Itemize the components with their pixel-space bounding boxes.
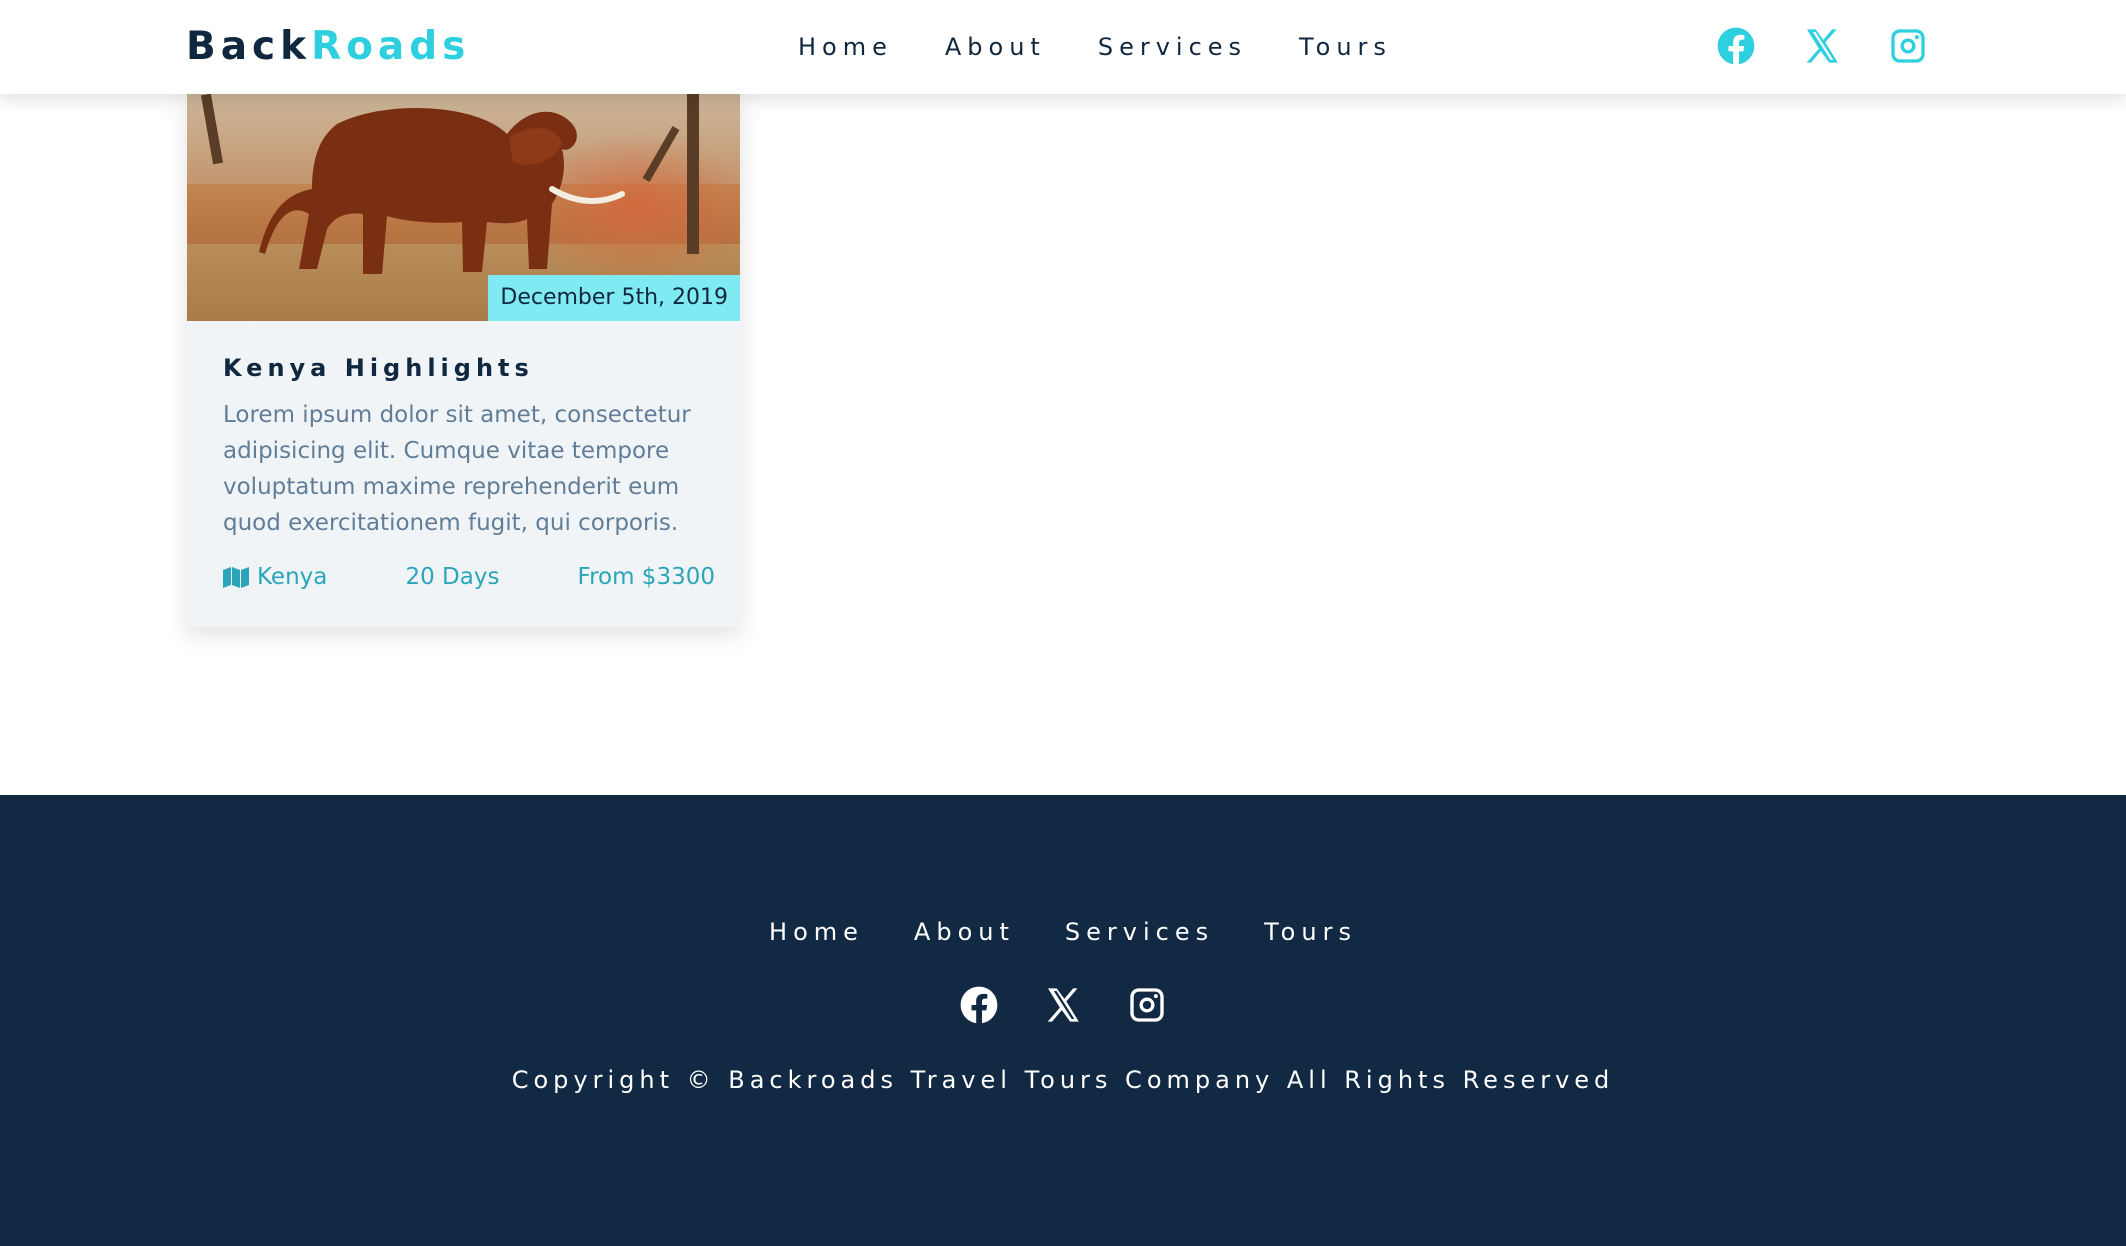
footer-link-services[interactable]: Services bbox=[1065, 915, 1214, 949]
x-icon[interactable] bbox=[1802, 26, 1842, 66]
footer: Home About Services Tours Copyright © Ba… bbox=[0, 795, 2126, 1246]
facebook-icon[interactable] bbox=[1716, 26, 1756, 66]
x-icon[interactable] bbox=[1043, 985, 1083, 1025]
tour-image: December 5th, 2019 bbox=[187, 94, 740, 321]
tour-card-footer: Kenya 20 Days From $3300 bbox=[223, 564, 715, 590]
navbar: BackRoads Home About Services Tours bbox=[0, 0, 2126, 94]
nav-social-icons bbox=[1716, 26, 1928, 66]
nav-link-about[interactable]: About bbox=[945, 30, 1046, 64]
nav-links: Home About Services Tours bbox=[798, 30, 1392, 64]
instagram-icon[interactable] bbox=[1127, 985, 1167, 1025]
footer-link-tours[interactable]: Tours bbox=[1264, 915, 1357, 949]
facebook-icon[interactable] bbox=[959, 985, 999, 1025]
instagram-icon[interactable] bbox=[1888, 26, 1928, 66]
tour-location: Kenya bbox=[223, 564, 327, 590]
nav-link-services[interactable]: Services bbox=[1098, 30, 1247, 64]
logo-part-roads: Roads bbox=[311, 24, 471, 69]
footer-link-about[interactable]: About bbox=[914, 915, 1015, 949]
map-icon bbox=[223, 567, 249, 588]
footer-link-home[interactable]: Home bbox=[769, 915, 864, 949]
nav-link-home[interactable]: Home bbox=[798, 30, 893, 64]
logo-part-back: Back bbox=[186, 24, 312, 69]
tour-location-text: Kenya bbox=[257, 564, 328, 590]
tour-description: Lorem ipsum dolor sit amet, consectetur … bbox=[223, 402, 691, 536]
nav-link-tours[interactable]: Tours bbox=[1299, 30, 1392, 64]
elephant-illustration bbox=[259, 107, 625, 275]
copyright-text: Copyright © Backroads Travel Tours Compa… bbox=[511, 1066, 1615, 1094]
tour-date-badge: December 5th, 2019 bbox=[488, 275, 740, 321]
tour-title: Kenya Highlights bbox=[223, 354, 534, 382]
footer-links: Home About Services Tours bbox=[0, 915, 2126, 949]
tour-card: December 5th, 2019 Kenya Highlights Lore… bbox=[187, 94, 740, 627]
tour-card-body: Kenya Highlights Lorem ipsum dolor sit a… bbox=[187, 321, 740, 541]
footer-social-icons bbox=[0, 985, 2126, 1025]
tour-price: From $3300 bbox=[577, 564, 715, 590]
logo[interactable]: BackRoads bbox=[186, 22, 470, 72]
tour-duration: 20 Days bbox=[405, 564, 500, 590]
